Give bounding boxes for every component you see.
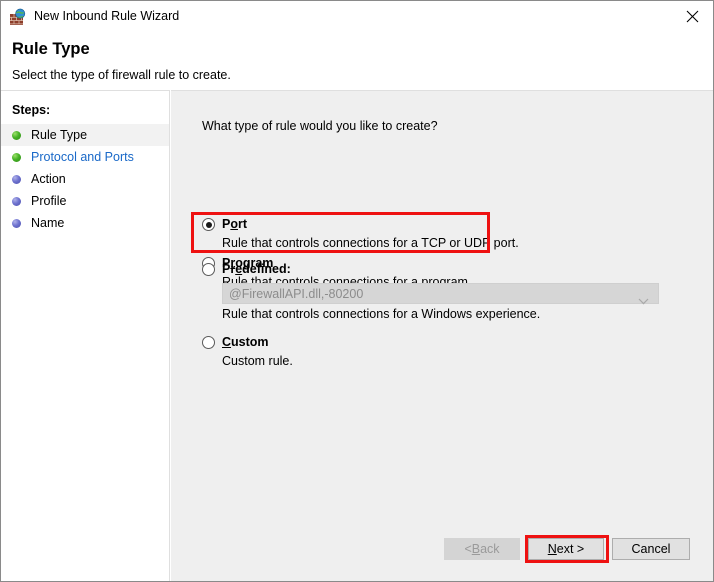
option-port-header[interactable]: Port [202, 217, 519, 233]
step-bullet-icon [12, 218, 21, 228]
steps-sidebar: Steps: Rule Type Protocol and Ports Acti… [1, 90, 170, 581]
wizard-window: New Inbound Rule Wizard Rule Type Select… [0, 0, 714, 582]
step-bullet-icon [12, 130, 21, 140]
sidebar-item-rule-type[interactable]: Rule Type [1, 124, 169, 146]
predefined-dropdown-value: @FirewallAPI.dll,-80200 [229, 286, 364, 301]
chevron-down-icon [638, 292, 649, 310]
option-port-description: Rule that controls connections for a TCP… [222, 236, 519, 250]
sidebar-item-label: Rule Type [31, 128, 88, 142]
option-custom-label: Custom [222, 335, 269, 349]
sidebar-item-protocol-and-ports[interactable]: Protocol and Ports [1, 146, 169, 168]
option-custom-header[interactable]: Custom [202, 335, 293, 351]
firewall-globe-icon [9, 8, 27, 26]
option-custom-description: Custom rule. [222, 354, 293, 368]
radio-port[interactable] [202, 218, 215, 231]
sidebar-item-label: Name [31, 216, 65, 230]
page-subtitle: Select the type of firewall rule to crea… [12, 68, 231, 82]
sidebar-item-name[interactable]: Name [1, 212, 169, 234]
back-button[interactable]: < Back [444, 538, 520, 560]
option-predefined-description: Rule that controls connections for a Win… [222, 307, 541, 321]
question-text: What type of rule would you like to crea… [202, 119, 438, 133]
cancel-button[interactable]: Cancel [612, 538, 690, 560]
sidebar-item-label: Protocol and Ports [31, 150, 134, 164]
predefined-dropdown[interactable]: @FirewallAPI.dll,-80200 [222, 283, 659, 304]
page-header: Rule Type Select the type of firewall ru… [1, 32, 713, 90]
step-bullet-icon [12, 152, 21, 162]
next-button[interactable]: Next > [528, 538, 604, 560]
sidebar-item-profile[interactable]: Profile [1, 190, 169, 212]
page-title: Rule Type [12, 40, 90, 58]
content-pane: What type of rule would you like to crea… [171, 90, 713, 581]
option-predefined-label: Predefined: [222, 262, 291, 276]
step-bullet-icon [12, 174, 21, 184]
sidebar-item-action[interactable]: Action [1, 168, 169, 190]
radio-predefined[interactable] [202, 263, 215, 276]
option-port[interactable]: Port Rule that controls connections for … [202, 217, 519, 250]
option-custom[interactable]: Custom Custom rule. [202, 335, 293, 368]
radio-custom[interactable] [202, 336, 215, 349]
sidebar-item-label: Action [31, 172, 66, 186]
window-title: New Inbound Rule Wizard [34, 9, 180, 24]
sidebar-item-label: Profile [31, 194, 67, 208]
option-predefined[interactable]: Predefined: @FirewallAPI.dll,-80200 Rule… [202, 262, 659, 321]
steps-heading: Steps: [12, 103, 51, 117]
option-port-label: Port [222, 217, 248, 231]
close-icon[interactable] [670, 1, 713, 31]
step-bullet-icon [12, 196, 21, 206]
option-predefined-header[interactable]: Predefined: [202, 262, 659, 278]
title-bar: New Inbound Rule Wizard [1, 1, 713, 32]
